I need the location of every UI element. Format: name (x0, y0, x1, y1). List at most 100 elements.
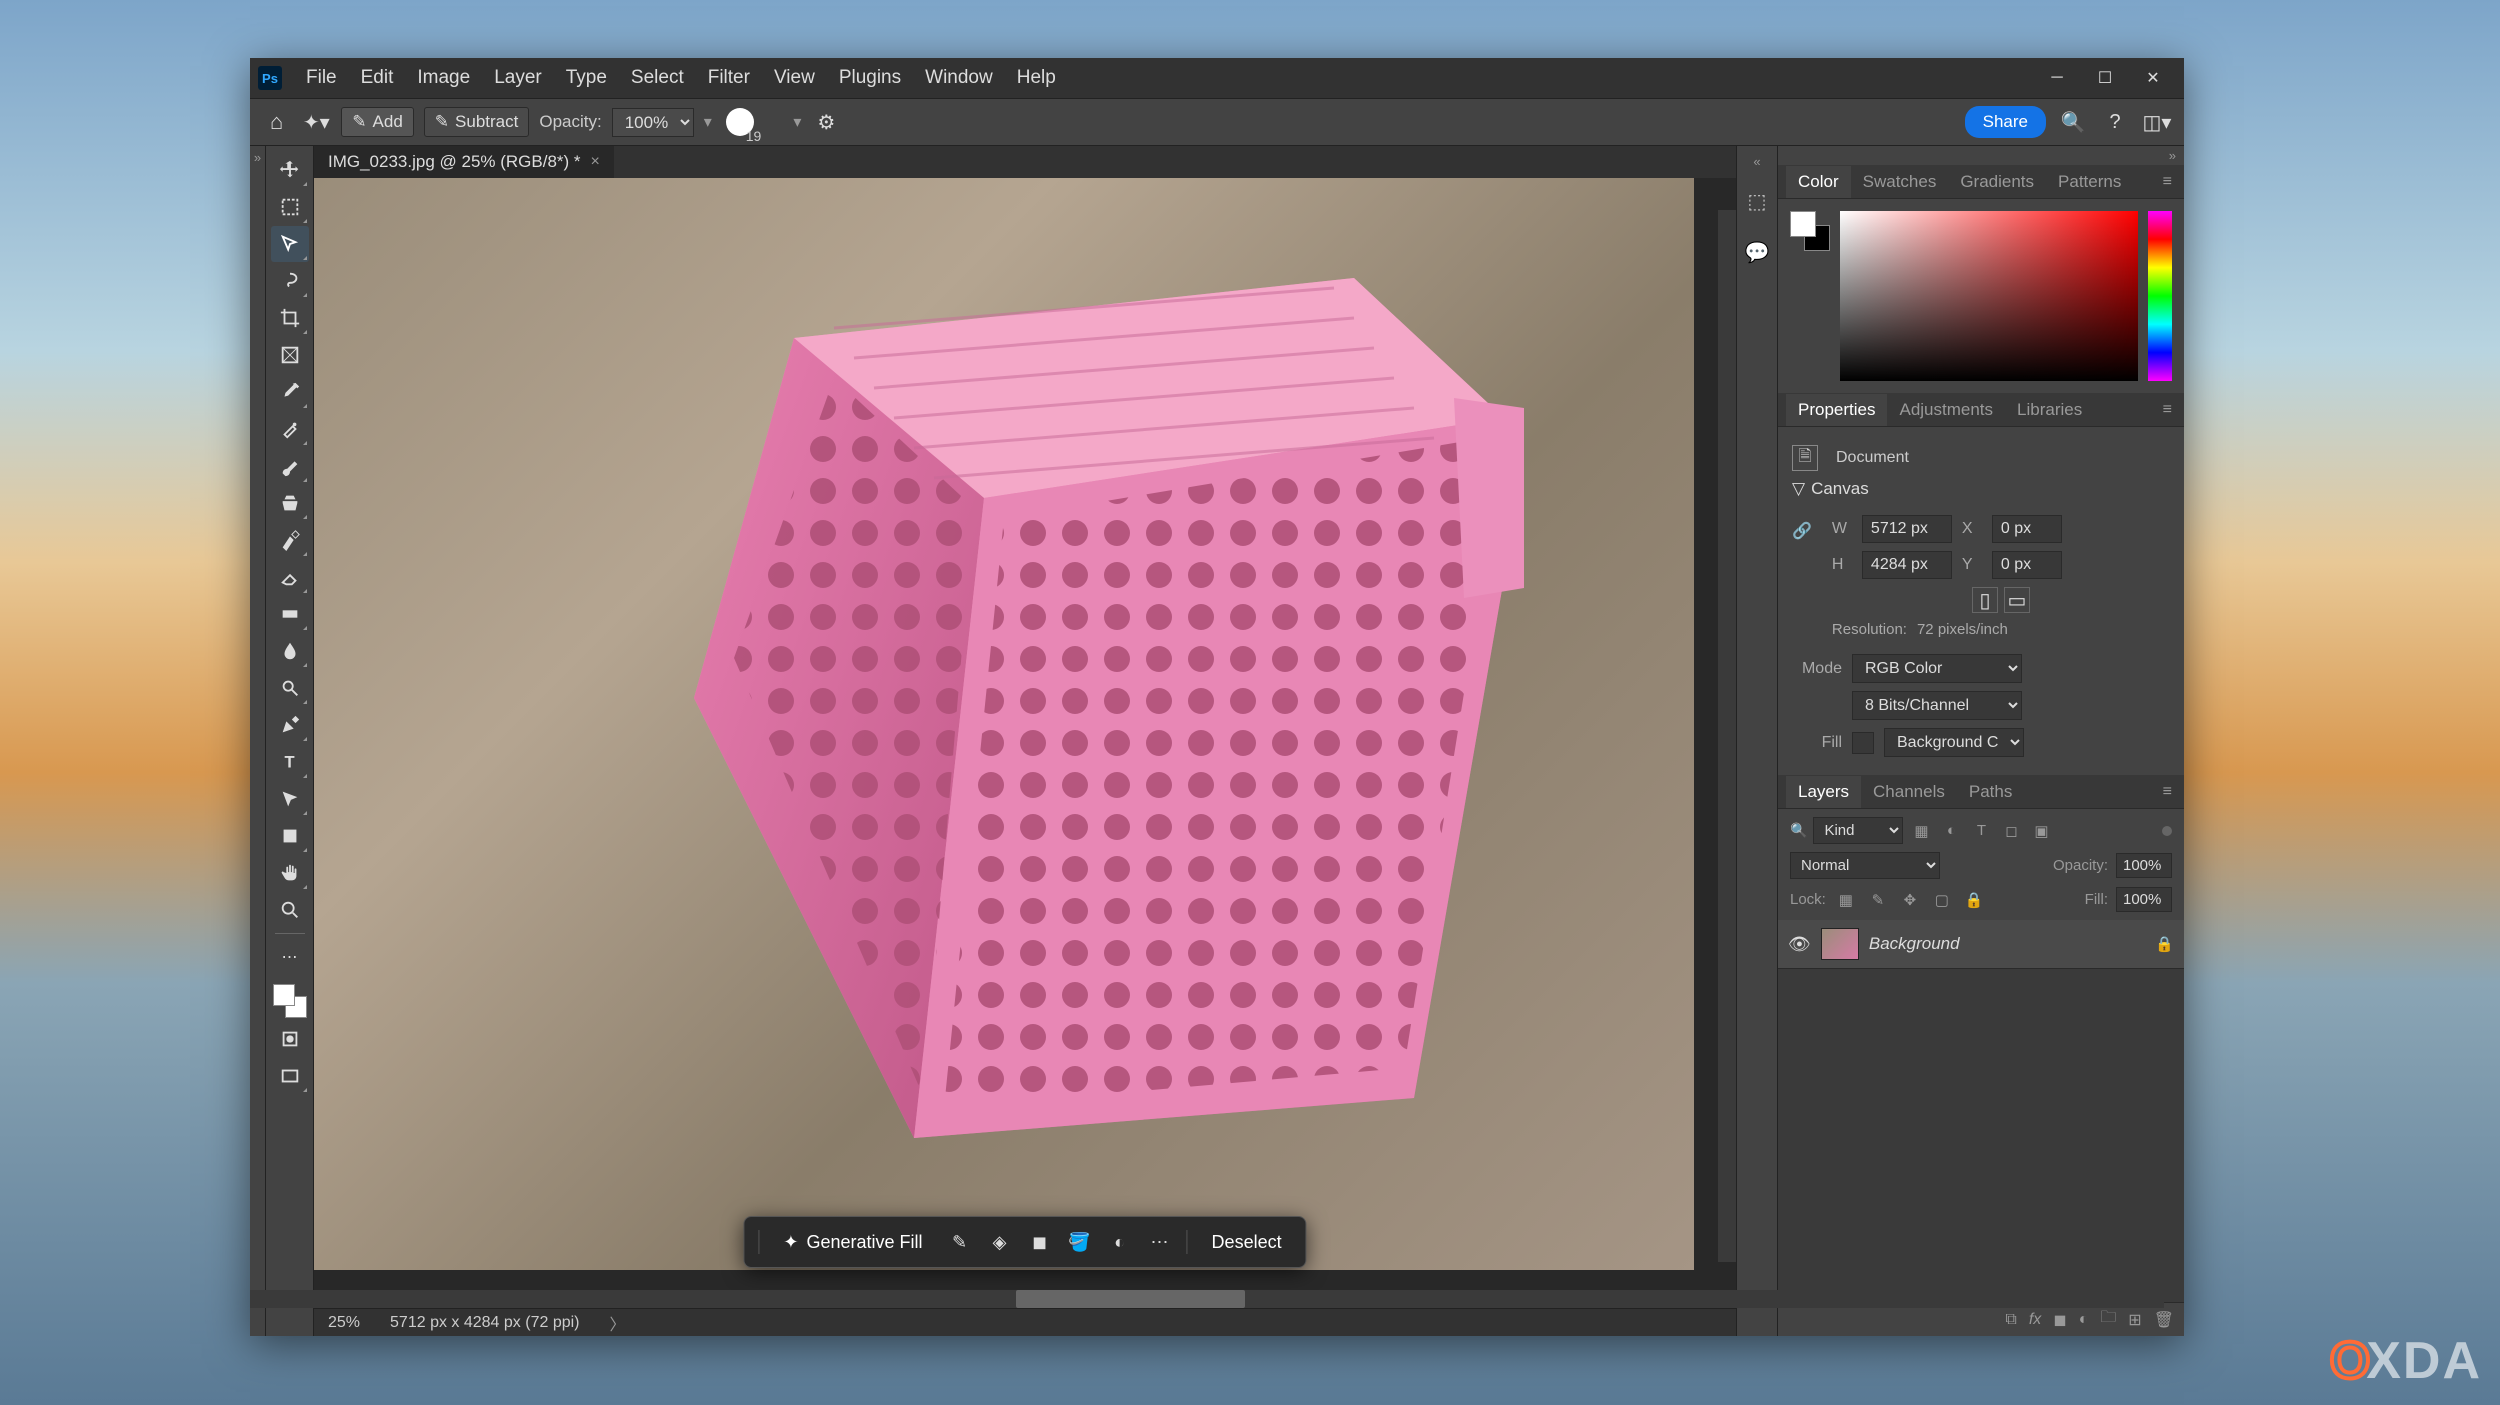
color-field[interactable] (1840, 211, 2138, 381)
link-dimensions-icon[interactable]: 🔗 (1792, 507, 1812, 541)
pen-tool[interactable] (271, 707, 309, 743)
menu-image[interactable]: Image (407, 63, 480, 93)
search-icon[interactable]: 🔍 (2058, 107, 2088, 137)
blur-tool[interactable] (271, 633, 309, 669)
lock-image-icon[interactable]: ✎ (1866, 888, 1890, 912)
ctx-adjust-icon[interactable]: ◐ (1103, 1225, 1137, 1259)
settings-gear-icon[interactable]: ⚙ (811, 107, 841, 137)
eraser-tool[interactable] (271, 559, 309, 595)
canvas-x-input[interactable] (1992, 515, 2062, 543)
layer-group-icon[interactable]: 🗀 (2100, 1306, 2116, 1333)
canvas-y-input[interactable] (1992, 551, 2062, 579)
ctx-remove-background-icon[interactable]: ◼ (1023, 1225, 1057, 1259)
menu-view[interactable]: View (764, 63, 825, 93)
layer-fx-icon[interactable]: fx (2029, 1311, 2041, 1329)
canvas-height-input[interactable] (1862, 551, 1952, 579)
tab-color[interactable]: Color (1786, 166, 1851, 198)
layer-mask-icon[interactable]: ◼ (2053, 1310, 2066, 1330)
history-brush-tool[interactable] (271, 522, 309, 558)
ctx-fill-icon[interactable]: 🪣 (1063, 1225, 1097, 1259)
layer-filter-kind[interactable]: Kind (1813, 817, 1903, 844)
hand-tool[interactable] (271, 855, 309, 891)
canvas-viewport[interactable]: ✦ Generative Fill ✎ ◈ ◼ 🪣 ◐ ⋯ Deselect (314, 178, 1736, 1308)
filter-smart-icon[interactable]: ▣ (2029, 819, 2053, 843)
horizontal-scrollbar[interactable] (250, 1290, 2164, 1308)
foreground-color-swatch[interactable] (273, 984, 295, 1006)
menu-type[interactable]: Type (556, 63, 617, 93)
zoom-tool[interactable] (271, 892, 309, 928)
menu-layer[interactable]: Layer (484, 63, 552, 93)
layer-thumbnail[interactable] (1821, 928, 1859, 960)
ctx-select-subject-icon[interactable]: ◈ (983, 1225, 1017, 1259)
layers-panel-menu[interactable]: ≡ (2159, 779, 2176, 805)
share-button[interactable]: Share (1965, 106, 2046, 138)
deselect-button[interactable]: Deselect (1198, 1226, 1296, 1259)
vertical-scrollbar[interactable] (1718, 210, 1736, 1262)
home-icon[interactable]: ⌂ (262, 105, 291, 139)
filter-type-icon[interactable]: T (1969, 819, 1993, 843)
brush-dropdown[interactable]: ▾ (793, 112, 801, 132)
properties-panel-menu[interactable]: ≡ (2159, 397, 2176, 423)
move-tool[interactable] (271, 152, 309, 188)
filter-pixel-icon[interactable]: ▦ (1909, 819, 1933, 843)
path-selection-tool[interactable] (271, 781, 309, 817)
layer-item-background[interactable]: 👁 Background 🔒 (1778, 920, 2184, 969)
menu-file[interactable]: File (296, 63, 347, 93)
layer-opacity-input[interactable] (2116, 853, 2172, 878)
layer-locked-icon[interactable]: 🔒 (2155, 935, 2174, 953)
tab-properties[interactable]: Properties (1786, 394, 1887, 426)
frame-tool[interactable] (271, 337, 309, 373)
tab-channels[interactable]: Channels (1861, 776, 1957, 808)
clone-stamp-tool[interactable] (271, 485, 309, 521)
filter-toggle[interactable] (2162, 826, 2172, 836)
comments-icon[interactable]: 💬 (1739, 234, 1776, 271)
dodge-tool[interactable] (271, 670, 309, 706)
toolbar-collapse[interactable]: » (250, 146, 266, 1336)
lock-transparency-icon[interactable]: ▦ (1834, 888, 1858, 912)
marquee-tool[interactable] (271, 189, 309, 225)
menu-plugins[interactable]: Plugins (829, 63, 911, 93)
menu-window[interactable]: Window (915, 63, 1003, 93)
ctx-more-icon[interactable]: ⋯ (1143, 1225, 1177, 1259)
filter-shape-icon[interactable]: ◻ (1999, 819, 2023, 843)
minimize-button[interactable]: ─ (2034, 62, 2080, 94)
color-fg-bg-swatch[interactable] (1790, 211, 1830, 251)
menu-filter[interactable]: Filter (698, 63, 760, 93)
subtract-from-selection-button[interactable]: ✎ Subtract (424, 107, 530, 137)
blend-mode-select[interactable]: Normal (1790, 852, 1940, 879)
object-selection-tool[interactable] (271, 226, 309, 262)
edit-toolbar[interactable]: ⋯ (271, 939, 309, 975)
screen-mode-tool[interactable] (271, 1058, 309, 1094)
color-panel-menu[interactable]: ≡ (2159, 169, 2176, 195)
link-layers-icon[interactable]: ⧉ (2005, 1311, 2016, 1329)
lasso-tool[interactable] (271, 263, 309, 299)
bit-depth-select[interactable]: 8 Bits/Channel (1852, 691, 2022, 720)
brush-tool[interactable] (271, 448, 309, 484)
adjustment-layer-icon[interactable]: ◐ (2079, 1311, 2089, 1329)
menu-help[interactable]: Help (1007, 63, 1066, 93)
add-to-selection-button[interactable]: ✎ Add (341, 107, 414, 137)
panel-icon-1[interactable]: ⬚ (1742, 183, 1773, 220)
quick-mask-tool[interactable] (271, 1021, 309, 1057)
maximize-button[interactable]: ☐ (2082, 62, 2128, 94)
eyedropper-tool[interactable] (271, 374, 309, 410)
tab-libraries[interactable]: Libraries (2005, 394, 2094, 426)
gradient-tool[interactable] (271, 596, 309, 632)
healing-brush-tool[interactable] (271, 411, 309, 447)
new-layer-icon[interactable]: ⊞ (2128, 1310, 2141, 1330)
tab-gradients[interactable]: Gradients (1948, 166, 2046, 198)
portrait-orientation-icon[interactable]: ▯ (1972, 587, 1998, 613)
menu-select[interactable]: Select (621, 63, 694, 93)
fill-select[interactable]: Background Color (1884, 728, 2024, 757)
document-canvas[interactable] (314, 178, 1694, 1270)
layer-name[interactable]: Background (1869, 934, 2145, 954)
opacity-select[interactable]: 100% (612, 108, 694, 137)
hue-slider[interactable] (2148, 211, 2172, 381)
shape-tool[interactable] (271, 818, 309, 854)
selection-tool-preset[interactable]: ✦▾ (301, 107, 331, 137)
layer-fill-input[interactable] (2116, 887, 2172, 912)
type-tool[interactable]: T (271, 744, 309, 780)
color-swatches[interactable] (271, 982, 309, 1020)
lock-artboard-icon[interactable]: ▢ (1930, 888, 1954, 912)
canvas-width-input[interactable] (1862, 515, 1952, 543)
